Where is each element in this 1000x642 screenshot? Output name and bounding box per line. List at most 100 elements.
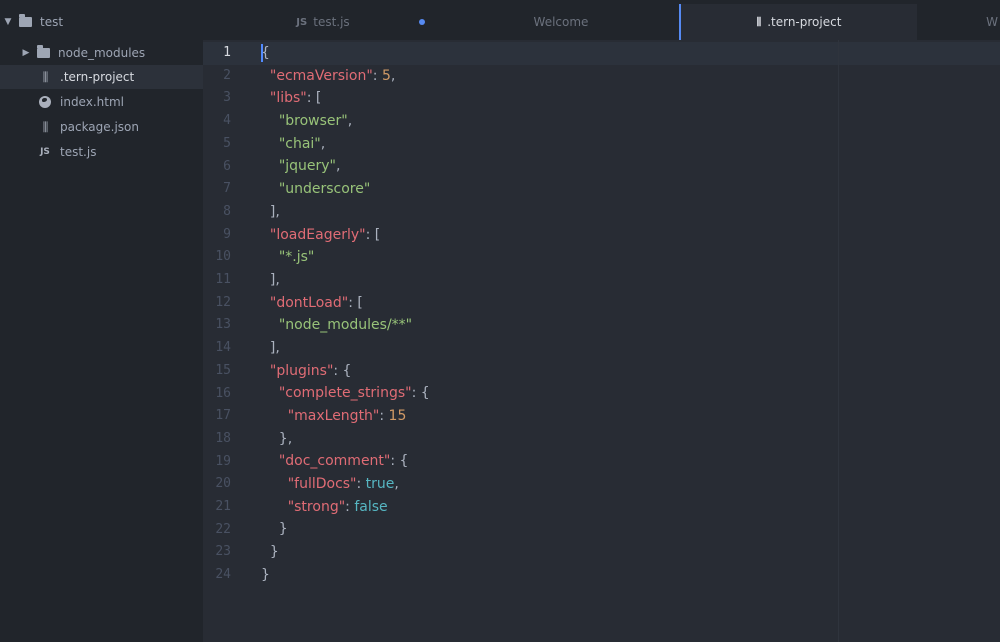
code-line[interactable]: "doc_comment": {	[261, 450, 430, 473]
line-number[interactable]: 5	[201, 133, 231, 156]
code-token: : [	[307, 90, 322, 106]
code-token: "ecmaVersion"	[270, 68, 373, 84]
code-line[interactable]: }	[261, 564, 430, 587]
code-line[interactable]: "browser",	[261, 110, 430, 133]
code-token	[261, 68, 270, 84]
line-number[interactable]: 9	[201, 224, 231, 247]
tree-view: ▼ test ▶ node_modules ⫼ .tern-project in…	[0, 0, 203, 642]
line-number[interactable]: 4	[201, 110, 231, 133]
line-number[interactable]: 17	[201, 405, 231, 428]
code-token: ],	[261, 272, 280, 288]
tab-test-js[interactable]: JS test.js	[203, 4, 443, 40]
code-line[interactable]: },	[261, 428, 430, 451]
tree-root-label: test	[40, 15, 63, 29]
code-token: :	[345, 499, 354, 515]
tab-bar: JS test.js Welcome ⫼ .tern-project W	[203, 0, 1000, 40]
line-number[interactable]: 16	[201, 383, 231, 406]
code-token: "underscore"	[279, 181, 371, 197]
line-number[interactable]: 2	[201, 65, 231, 88]
line-number[interactable]: 11	[201, 269, 231, 292]
chevron-down-icon[interactable]: ▼	[2, 17, 14, 27]
line-number[interactable]: 8	[201, 201, 231, 224]
tab-tern-project[interactable]: ⫼ .tern-project	[679, 4, 917, 40]
code-token: "node_modules/**"	[279, 317, 412, 333]
code-line[interactable]: "dontLoad": [	[261, 292, 430, 315]
code-editor[interactable]: 123456789101112131415161718192021222324 …	[203, 40, 1000, 642]
line-number[interactable]: 24	[201, 564, 231, 587]
line-number[interactable]: 1	[201, 42, 231, 65]
line-number[interactable]: 13	[201, 314, 231, 337]
line-number[interactable]: 7	[201, 178, 231, 201]
tab-overflow[interactable]: W	[917, 4, 1000, 40]
line-number[interactable]: 12	[201, 292, 231, 315]
code-token: ,	[336, 158, 340, 174]
tree-item-node-modules[interactable]: ▶ node_modules	[0, 41, 203, 65]
code-token	[261, 113, 279, 129]
code-token	[261, 317, 279, 333]
text-cursor	[261, 44, 263, 62]
code-line[interactable]: "libs": [	[261, 87, 430, 110]
code-line[interactable]: ],	[261, 201, 430, 224]
code-line[interactable]: ],	[261, 269, 430, 292]
code-line[interactable]: "underscore"	[261, 178, 430, 201]
code-line[interactable]: "plugins": {	[261, 360, 430, 383]
code-line[interactable]: }	[261, 518, 430, 541]
code-line[interactable]: "loadEagerly": [	[261, 224, 430, 247]
line-number[interactable]: 19	[201, 451, 231, 474]
code-token: :	[373, 68, 382, 84]
code-token	[261, 158, 279, 174]
code-line[interactable]: "ecmaVersion": 5,	[261, 65, 430, 88]
code-token	[261, 227, 270, 243]
code-token: ],	[261, 340, 280, 356]
settings-file-icon: ⫼	[38, 120, 52, 134]
code-line[interactable]: }	[261, 541, 430, 564]
code-line[interactable]: "maxLength": 15	[261, 405, 430, 428]
folder-icon	[18, 15, 32, 29]
code-token: }	[261, 544, 279, 560]
code-line[interactable]: ],	[261, 337, 430, 360]
code-token: : {	[333, 363, 351, 379]
code-line[interactable]: {	[261, 42, 430, 65]
code-lines[interactable]: { "ecmaVersion": 5, "libs": [ "browser",…	[261, 42, 430, 587]
tree-item-tern-project[interactable]: ⫼ .tern-project	[0, 65, 203, 89]
code-token: ,	[321, 136, 325, 152]
tab-welcome[interactable]: Welcome	[443, 4, 679, 40]
tree-item-label: package.json	[60, 120, 139, 134]
code-token: "*.js"	[279, 249, 315, 265]
modified-indicator-icon	[419, 19, 425, 25]
code-token	[261, 249, 279, 265]
tree-item-test-js[interactable]: JS test.js	[0, 140, 203, 164]
line-number[interactable]: 3	[201, 87, 231, 110]
code-line[interactable]: "chai",	[261, 133, 430, 156]
code-line[interactable]: "node_modules/**"	[261, 314, 430, 337]
line-number-gutter[interactable]: 123456789101112131415161718192021222324	[203, 40, 253, 642]
folder-icon	[36, 46, 50, 60]
tab-label: .tern-project	[767, 15, 841, 29]
line-number[interactable]: 21	[201, 496, 231, 519]
line-number[interactable]: 20	[201, 473, 231, 496]
code-token: "plugins"	[270, 363, 333, 379]
line-number[interactable]: 18	[201, 428, 231, 451]
line-number[interactable]: 15	[201, 360, 231, 383]
code-line[interactable]: "strong": false	[261, 496, 430, 519]
chevron-right-icon[interactable]: ▶	[20, 48, 32, 58]
code-token	[261, 453, 279, 469]
code-line[interactable]: "fullDocs": true,	[261, 473, 430, 496]
globe-icon	[38, 95, 52, 109]
line-number[interactable]: 10	[201, 246, 231, 269]
code-line[interactable]: "jquery",	[261, 155, 430, 178]
tree-item-index-html[interactable]: index.html	[0, 90, 203, 114]
code-line[interactable]: "complete_strings": {	[261, 382, 430, 405]
line-number[interactable]: 14	[201, 337, 231, 360]
code-line[interactable]: "*.js"	[261, 246, 430, 269]
wrap-guide	[838, 40, 839, 642]
line-number[interactable]: 23	[201, 541, 231, 564]
code-token	[261, 363, 270, 379]
code-token: true	[366, 476, 395, 492]
line-number[interactable]: 6	[201, 156, 231, 179]
code-token	[261, 476, 288, 492]
tree-root-folder[interactable]: ▼ test	[0, 10, 203, 34]
tree-item-package-json[interactable]: ⫼ package.json	[0, 115, 203, 139]
tree-item-label: index.html	[60, 95, 124, 109]
line-number[interactable]: 22	[201, 519, 231, 542]
